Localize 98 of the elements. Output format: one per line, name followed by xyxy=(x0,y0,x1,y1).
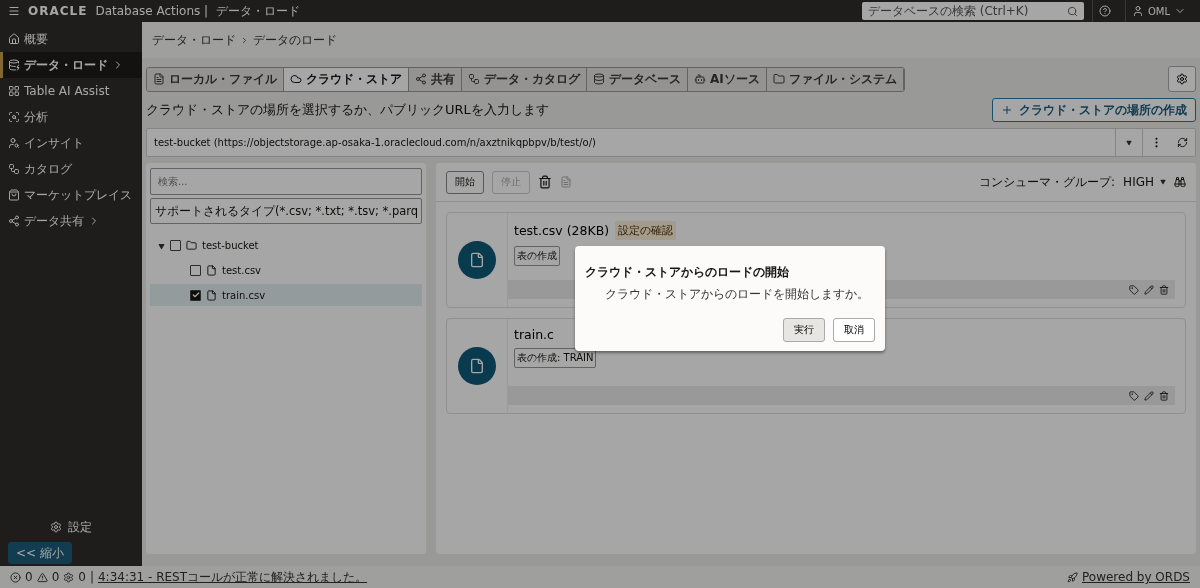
plus-icon xyxy=(1001,104,1013,116)
nav-item[interactable]: 概要 xyxy=(0,26,142,52)
page-heading: クラウド・ストアの場所を選択するか、パブリックURLを入力します xyxy=(146,101,550,119)
tab[interactable]: ローカル・ファイル xyxy=(147,67,284,91)
delete-icon[interactable] xyxy=(1159,284,1169,295)
home-icon xyxy=(8,33,20,45)
share-icon xyxy=(415,73,427,85)
cloud-icon xyxy=(290,73,302,85)
nav-item[interactable]: データ共有 xyxy=(0,208,142,234)
cancel-button[interactable]: 取消 xyxy=(833,318,875,342)
tag-icon[interactable] xyxy=(1129,390,1139,401)
page-title: データ・ロード xyxy=(216,2,301,20)
user-menu[interactable]: OML xyxy=(1124,0,1192,22)
help-icon xyxy=(1098,5,1111,17)
share-icon xyxy=(8,215,20,227)
checkbox[interactable] xyxy=(170,239,181,251)
workflow-icon xyxy=(468,73,480,85)
dropdown-icon xyxy=(1160,179,1166,185)
binoculars-icon[interactable] xyxy=(1174,176,1186,188)
consumer-group-label: コンシューマ・グループ: xyxy=(979,173,1116,191)
tab[interactable]: データ・カタログ xyxy=(462,67,587,91)
tree-label: test.csv xyxy=(222,264,261,276)
warning-icon xyxy=(36,571,48,583)
powered-by-link[interactable]: Powered by ORDS xyxy=(1082,570,1190,584)
settings-icon xyxy=(63,571,75,583)
tree-item[interactable]: train.csv xyxy=(150,284,422,306)
nav-item[interactable]: カタログ xyxy=(0,156,142,182)
error-count: 0 xyxy=(25,570,33,584)
nav-item[interactable]: インサイト xyxy=(0,130,142,156)
dialog-title: クラウド・ストアからのロードの開始 xyxy=(585,264,790,281)
rocket-icon xyxy=(1067,571,1078,583)
folder-icon xyxy=(772,73,785,85)
grid-icon xyxy=(8,85,20,97)
tree-label: test-bucket xyxy=(202,239,259,251)
file-icon xyxy=(206,289,217,301)
edit-icon[interactable] xyxy=(1144,284,1154,295)
oracle-logo: ORACLE xyxy=(28,4,88,18)
bag-icon xyxy=(8,189,20,201)
settings-link[interactable]: 設定 xyxy=(50,514,92,540)
error-icon xyxy=(10,571,21,583)
tree-item[interactable]: test-bucket xyxy=(150,234,422,256)
checkbox[interactable] xyxy=(190,289,201,301)
breadcrumb-current: データのロード xyxy=(253,31,337,49)
file-icon xyxy=(469,358,485,374)
file-icon xyxy=(153,73,165,85)
tab[interactable]: ファイル・システム xyxy=(766,67,904,91)
type-filter-select[interactable]: サポートされるタイプ(*.csv; *.txt; *.tsv; *.parq xyxy=(150,198,422,224)
tag-icon[interactable] xyxy=(1129,284,1139,295)
file-icon xyxy=(469,252,485,268)
dialog-message: クラウド・ストアからのロードを開始しますか。 xyxy=(605,287,870,302)
search-icon xyxy=(1066,5,1078,17)
run-button[interactable]: 実行 xyxy=(783,318,825,342)
nav-item[interactable]: 分析 xyxy=(0,104,142,130)
search-field[interactable]: データベースの検索 (Ctrl+K) xyxy=(861,2,1084,20)
workflow-icon xyxy=(8,163,20,175)
delete-icon[interactable] xyxy=(1159,390,1169,401)
tab[interactable]: データベース xyxy=(587,67,688,91)
database-icon xyxy=(8,59,20,71)
collapse-button[interactable]: << 縮小 xyxy=(8,542,72,564)
consumer-group-select[interactable]: HIGH xyxy=(1123,175,1166,189)
tab[interactable]: AIソース xyxy=(688,67,767,91)
robot-icon xyxy=(694,73,706,85)
folder-icon xyxy=(186,239,197,251)
settings-icon xyxy=(50,521,62,533)
separator: | xyxy=(89,570,94,584)
tab[interactable]: クラウド・ストア xyxy=(284,67,409,91)
nav-item[interactable]: データ・ロード xyxy=(0,52,142,78)
product-name: Database Actions | xyxy=(95,4,209,18)
settings-icon xyxy=(1176,73,1188,85)
warning-count: 0 xyxy=(51,570,60,584)
status-badge: 設定の確認 xyxy=(615,221,677,240)
checkbox[interactable] xyxy=(190,264,201,276)
table-tag: 表の作成 xyxy=(514,246,560,266)
card-title: train.c xyxy=(514,327,554,342)
create-location-button[interactable]: クラウド・ストアの場所の作成 xyxy=(992,98,1196,122)
nav-item[interactable]: マーケットプレイス xyxy=(0,182,142,208)
nav-item[interactable]: Table AI Assist xyxy=(0,78,142,104)
location-select[interactable]: test-bucket (https://objectstorage.ap-osaka-1.oraclecloud.com/n/axztnikqpbpv/b/test/o/) xyxy=(146,128,1196,157)
search-field[interactable]: 検索... xyxy=(150,168,422,195)
refresh-icon[interactable] xyxy=(1176,137,1188,148)
menu-icon[interactable] xyxy=(8,5,20,17)
person-search-icon xyxy=(8,137,20,149)
dropdown-icon[interactable] xyxy=(1126,139,1132,146)
card-title: test.csv (28KB) xyxy=(514,223,610,238)
edit-icon[interactable] xyxy=(1144,390,1154,401)
settings-button[interactable] xyxy=(1168,66,1196,92)
job-count: 0 xyxy=(78,570,86,584)
status-message-link[interactable]: 4:34:31 - RESTコールが正常に解決されました。 xyxy=(97,568,368,586)
tree-label: train.csv xyxy=(222,289,266,301)
database-icon xyxy=(593,73,605,85)
user-icon xyxy=(1131,5,1144,17)
tab[interactable]: 共有 xyxy=(409,67,462,91)
delete-icon[interactable] xyxy=(538,175,552,189)
breadcrumb-link[interactable]: データ・ロード xyxy=(152,31,236,49)
tree-item[interactable]: test.csv xyxy=(150,259,422,281)
chevron-icon xyxy=(240,35,249,45)
start-button[interactable]: 開始 xyxy=(446,170,484,194)
file-icon xyxy=(206,264,217,276)
